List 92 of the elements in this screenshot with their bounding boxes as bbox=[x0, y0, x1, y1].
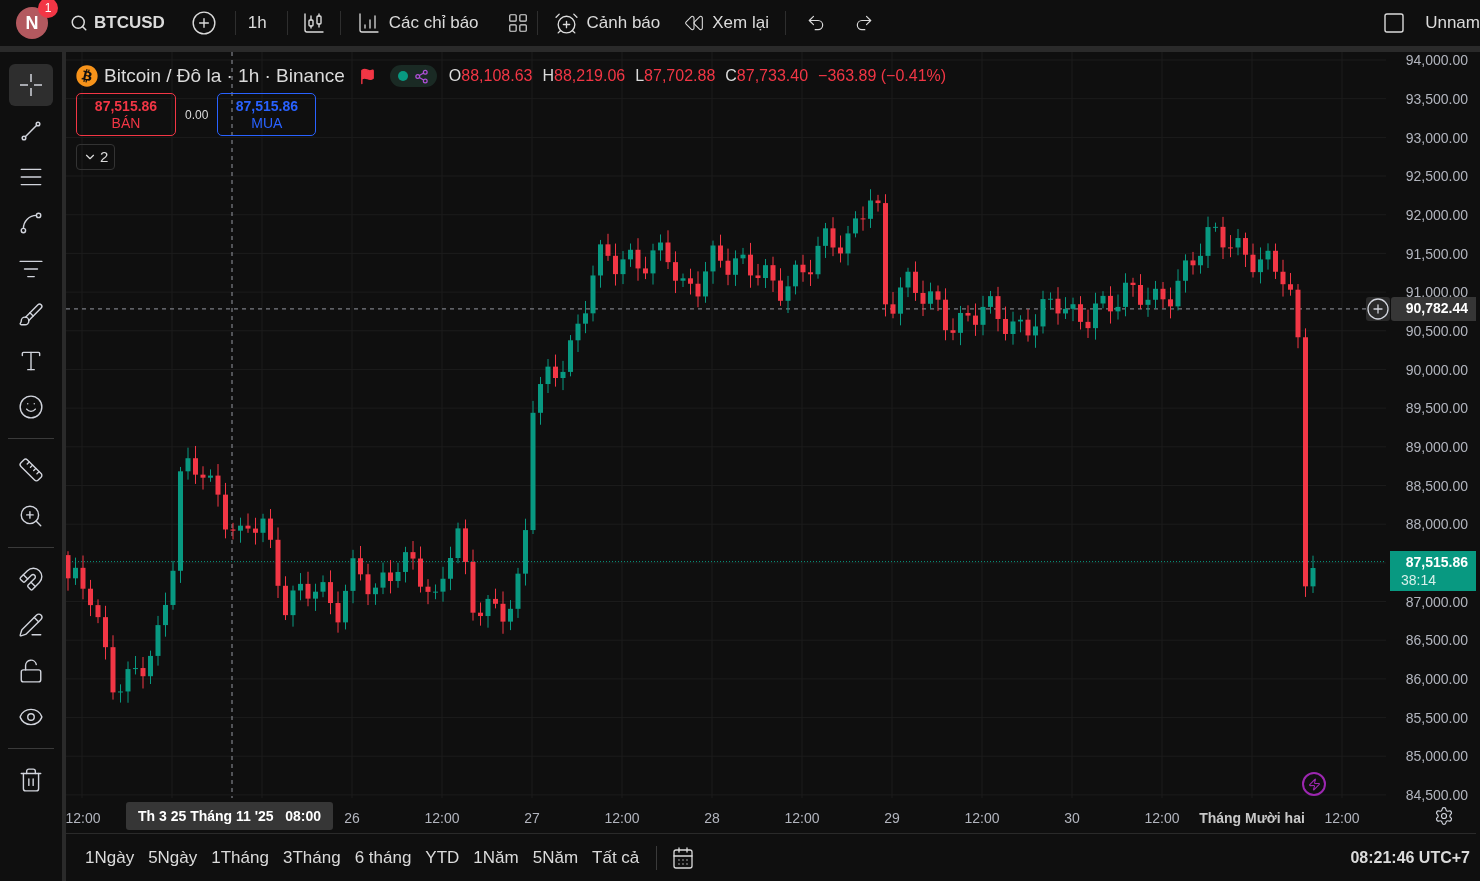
coin-icon bbox=[76, 65, 98, 88]
range-button[interactable]: 5Ngày bbox=[141, 842, 205, 873]
range-button[interactable]: 1Tháng bbox=[204, 842, 276, 873]
indicators-button[interactable]: Các chỉ báo bbox=[348, 6, 487, 40]
add-alert-icon[interactable] bbox=[1366, 296, 1390, 321]
time-label: 28 bbox=[704, 809, 720, 828]
range-button[interactable]: YTD bbox=[418, 842, 467, 873]
flag-icon[interactable] bbox=[358, 67, 376, 85]
lightning-button[interactable] bbox=[1302, 772, 1326, 796]
range-button[interactable]: 1Ngày bbox=[78, 842, 142, 873]
crosshair-icon bbox=[18, 72, 44, 98]
indicators-toggle[interactable]: 2 bbox=[76, 144, 116, 170]
unlock-icon bbox=[18, 658, 44, 684]
ohlc-value: C87,733.40 bbox=[725, 66, 809, 87]
lightning-icon bbox=[1307, 777, 1321, 791]
ruler-icon bbox=[18, 457, 44, 483]
last-price-label: 87,515.86 bbox=[1405, 552, 1468, 571]
chart-icon bbox=[356, 11, 381, 35]
price-label: 90,000.00 bbox=[1405, 361, 1468, 378]
ohlc-value: O88,108.63 bbox=[448, 66, 533, 87]
symbol-search[interactable]: BTCUSD bbox=[62, 6, 173, 40]
price-label: 89,500.00 bbox=[1405, 400, 1468, 417]
time-label: 12:00 bbox=[65, 809, 101, 828]
alerts-button[interactable]: Cảnh báo bbox=[545, 6, 669, 40]
price-label: 90,500.00 bbox=[1405, 323, 1468, 340]
time-label: Tháng Mười hai bbox=[1199, 809, 1305, 828]
price-label: 85,000.00 bbox=[1405, 748, 1468, 765]
price-label: 93,500.00 bbox=[1405, 91, 1468, 108]
countdown-label: 38:14 bbox=[1400, 570, 1437, 589]
tool-button[interactable] bbox=[9, 64, 53, 106]
candles-icon[interactable] bbox=[301, 11, 326, 35]
settings-icon[interactable] bbox=[1434, 805, 1454, 826]
smiley-icon bbox=[18, 394, 44, 420]
time-label: 26 bbox=[344, 809, 360, 828]
brush-icon bbox=[18, 302, 44, 328]
time-label: 12:00 bbox=[964, 809, 1000, 828]
time-label: 30 bbox=[1064, 809, 1080, 828]
price-label: 91,500.00 bbox=[1405, 245, 1468, 262]
calendar-icon[interactable] bbox=[671, 845, 696, 870]
add-symbol-icon[interactable] bbox=[190, 10, 217, 36]
crosshair-time-label: Th 3 25 Tháng 11 '25 08:00 bbox=[126, 802, 334, 830]
grid-icon[interactable] bbox=[506, 12, 529, 34]
price-label: 84,500.00 bbox=[1405, 787, 1468, 804]
status-dot-icon bbox=[397, 71, 408, 82]
price-change: −363.89 (−0.41%) bbox=[818, 66, 947, 87]
price-label: 88,000.00 bbox=[1405, 516, 1468, 533]
price-label: 88,500.00 bbox=[1405, 477, 1468, 494]
time-label: 12:00 bbox=[1324, 809, 1360, 828]
search-icon bbox=[70, 14, 88, 32]
notification-badge: 1 bbox=[38, 0, 58, 18]
pencil-icon bbox=[18, 612, 44, 638]
symbol-title[interactable]: Bitcoin / Đô la · 1h · Binance bbox=[104, 62, 345, 91]
price-label: 87,000.00 bbox=[1405, 593, 1468, 610]
price-label: 94,000.00 bbox=[1405, 52, 1468, 69]
time-label: 12:00 bbox=[604, 809, 640, 828]
price-label: 85,500.00 bbox=[1405, 709, 1468, 726]
range-button[interactable]: Tất cả bbox=[585, 842, 647, 873]
interval-button[interactable]: 1h bbox=[235, 6, 279, 40]
sell-button[interactable]: 87,515.86 BÁN bbox=[76, 93, 176, 136]
price-label: 86,000.00 bbox=[1405, 671, 1468, 688]
buy-button[interactable]: 87,515.86 MUA bbox=[217, 93, 317, 136]
price-label: 89,000.00 bbox=[1405, 439, 1468, 456]
price-label: 92,500.00 bbox=[1405, 168, 1468, 185]
price-label: 93,000.00 bbox=[1405, 129, 1468, 146]
share-icon bbox=[413, 68, 429, 84]
layout-name[interactable]: Unnam bbox=[1425, 10, 1480, 36]
time-label: 29 bbox=[884, 809, 900, 828]
time-label: 12:00 bbox=[784, 809, 820, 828]
time-label: 12:00 bbox=[1144, 809, 1180, 828]
range-button[interactable]: 1Năm bbox=[466, 842, 526, 873]
range-button[interactable]: 6 tháng bbox=[347, 842, 419, 873]
price-label: 92,000.00 bbox=[1405, 207, 1468, 224]
crosshair-price-label: 90,782.44 bbox=[1391, 296, 1476, 321]
time-label: 12:00 bbox=[424, 809, 460, 828]
status-pill[interactable] bbox=[389, 65, 437, 88]
alarm-icon bbox=[553, 10, 579, 36]
trash-icon bbox=[18, 767, 44, 793]
time-label: 27 bbox=[524, 809, 540, 828]
spread-value: 0.00 bbox=[185, 106, 209, 124]
price-label: 86,500.00 bbox=[1405, 632, 1468, 649]
trend-line-icon bbox=[19, 119, 43, 143]
zoom-in-icon bbox=[18, 503, 44, 529]
layout-icon[interactable] bbox=[1382, 11, 1407, 35]
magnet-icon bbox=[18, 566, 44, 592]
range-button[interactable]: 5Năm bbox=[525, 842, 586, 873]
range-button[interactable]: 3Tháng bbox=[275, 842, 348, 873]
ohlc-value: H88,219.06 bbox=[542, 66, 626, 87]
clock[interactable]: 08:21:46 UTC+7 bbox=[1350, 845, 1470, 870]
rewind-icon bbox=[684, 13, 705, 33]
replay-button[interactable]: Xem lại bbox=[676, 6, 777, 40]
pattern-icon bbox=[18, 210, 44, 236]
ohlc-value: L87,702.88 bbox=[635, 66, 716, 87]
